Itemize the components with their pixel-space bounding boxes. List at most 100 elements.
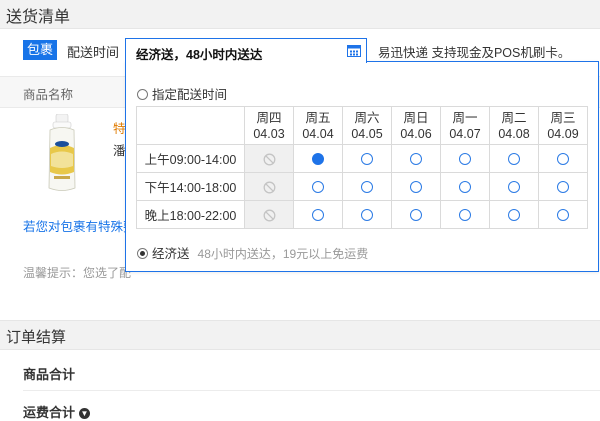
slot-cell[interactable] [489,172,539,201]
slot-radio[interactable] [557,181,569,194]
slot-radio[interactable] [410,181,422,194]
economy-tab-label: 经济送，48小时内送达 [136,48,263,62]
slot-cell[interactable] [342,144,392,173]
slot-cell[interactable] [293,172,343,201]
slot-cell[interactable] [489,144,539,173]
slot-radio[interactable] [557,209,569,222]
economy-delivery-tab[interactable]: 经济送，48小时内送达 [125,38,367,63]
appointed-time-radio[interactable] [137,89,148,100]
product-image[interactable] [42,114,82,194]
day-date: 04.06 [400,126,432,141]
slot-cell[interactable] [391,144,441,173]
day-weekday: 周二 [501,110,527,125]
divider [23,390,600,391]
time-slot-row: 下午14:00-18:00 [136,172,588,201]
warm-tip: 温馨提示：您选了配 [23,266,132,280]
goods-total-label: 商品合计 [23,367,76,382]
appointed-time-option[interactable]: 指定配送时间 [137,84,227,103]
slot-cell[interactable] [391,172,441,201]
economy-label: 经济送 [152,247,190,261]
slot-cell[interactable] [538,172,588,201]
economy-radio[interactable] [137,248,148,259]
day-header: 周六 04.05 [342,106,392,145]
slot-cell[interactable] [342,172,392,201]
day-weekday: 周日 [403,110,429,125]
day-date: 04.03 [253,126,285,141]
slot-cell [244,172,294,201]
slot-cell [244,144,294,173]
day-header: 周二 04.08 [489,106,539,145]
schedule-header-row: 周四 04.03 周五 04.04 周六 04.05 周日 04.06 周一 04.07 周二 04.… [136,106,588,145]
day-weekday: 周五 [305,110,331,125]
slot-radio-selected[interactable] [312,153,324,166]
slot-radio[interactable] [410,209,422,222]
chevron-down-icon[interactable]: ▼ [79,408,91,419]
calendar-icon[interactable] [347,44,361,57]
slot-cell[interactable] [342,200,392,229]
order-settlement-header: 订单结算 [0,320,600,350]
day-date: 04.04 [302,126,334,141]
slot-cell[interactable] [538,144,588,173]
slot-cell[interactable] [293,200,343,229]
day-date: 04.09 [547,126,579,141]
slot-cell[interactable] [391,200,441,229]
slot-cell[interactable] [489,200,539,229]
economy-option[interactable]: 经济送 48小时内送达，19元以上免运费 [137,243,368,262]
special-request-link[interactable]: 若您对包裹有特殊要 [23,216,136,235]
slot-radio[interactable] [508,181,520,194]
day-weekday: 周三 [550,110,576,125]
time-slot-label: 下午14:00-18:00 [136,172,245,201]
slot-radio[interactable] [312,209,324,222]
time-slot-label: 晚上18:00-22:00 [136,200,245,229]
day-header: 周一 04.07 [440,106,490,145]
economy-description: 48小时内送达，19元以上免运费 [197,247,369,261]
tab-delivery-time[interactable]: 配送时间 [67,42,119,61]
tab-package[interactable]: 包裹 [23,40,57,60]
delivery-list-header: 送货清单 [0,0,600,29]
corner-cell [136,106,245,145]
slot-radio[interactable] [557,153,569,166]
day-date: 04.07 [449,126,481,141]
slot-cell [244,200,294,229]
slot-radio[interactable] [508,153,520,166]
time-slot-label: 上午09:00-14:00 [136,144,245,173]
shipping-total-label: 运费合计 [23,405,76,420]
column-product-name: 商品名称 [23,88,74,102]
unavailable-icon [263,181,275,194]
shipping-total-row[interactable]: 运费合计 ▼ [23,402,91,421]
slot-cell[interactable] [440,200,490,229]
day-header: 周五 04.04 [293,106,343,145]
day-date: 04.08 [498,126,530,141]
day-header: 周三 04.09 [538,106,588,145]
delivery-time-popup: 指定配送时间 周四 04.03 周五 04.04 周六 04.05 周日 04.06 周一 04.… [125,61,599,272]
day-header: 周四 04.03 [244,106,294,145]
appointed-time-label: 指定配送时间 [152,88,228,102]
unavailable-icon [263,153,275,166]
slot-radio[interactable] [361,181,373,194]
slot-radio[interactable] [410,153,422,166]
day-weekday: 周四 [256,110,282,125]
day-header: 周日 04.06 [391,106,441,145]
time-slot-row: 上午09:00-14:00 [136,144,588,173]
slot-radio[interactable] [361,209,373,222]
slot-cell[interactable] [440,144,490,173]
slot-radio[interactable] [459,153,471,166]
slot-radio[interactable] [459,209,471,222]
product-name[interactable]: 特 [113,118,126,137]
slot-radio[interactable] [459,181,471,194]
slot-radio[interactable] [312,181,324,194]
slot-cell[interactable] [293,144,343,173]
schedule-table: 周四 04.03 周五 04.04 周六 04.05 周日 04.06 周一 04.07 周二 04.… [136,106,588,229]
day-weekday: 周六 [354,110,380,125]
section-title: 订单结算 [6,329,67,346]
section-title: 送货清单 [6,9,71,26]
slot-cell[interactable] [538,200,588,229]
courier-note: 易迅快递 支持现金及POS机刷卡。 [378,46,571,60]
slot-radio[interactable] [361,153,373,166]
day-date: 04.05 [351,126,383,141]
slot-radio[interactable] [508,209,520,222]
slot-cell[interactable] [440,172,490,201]
time-slot-row: 晚上18:00-22:00 [136,200,588,229]
day-weekday: 周一 [452,110,478,125]
product-subtitle: 潘 [113,144,126,158]
